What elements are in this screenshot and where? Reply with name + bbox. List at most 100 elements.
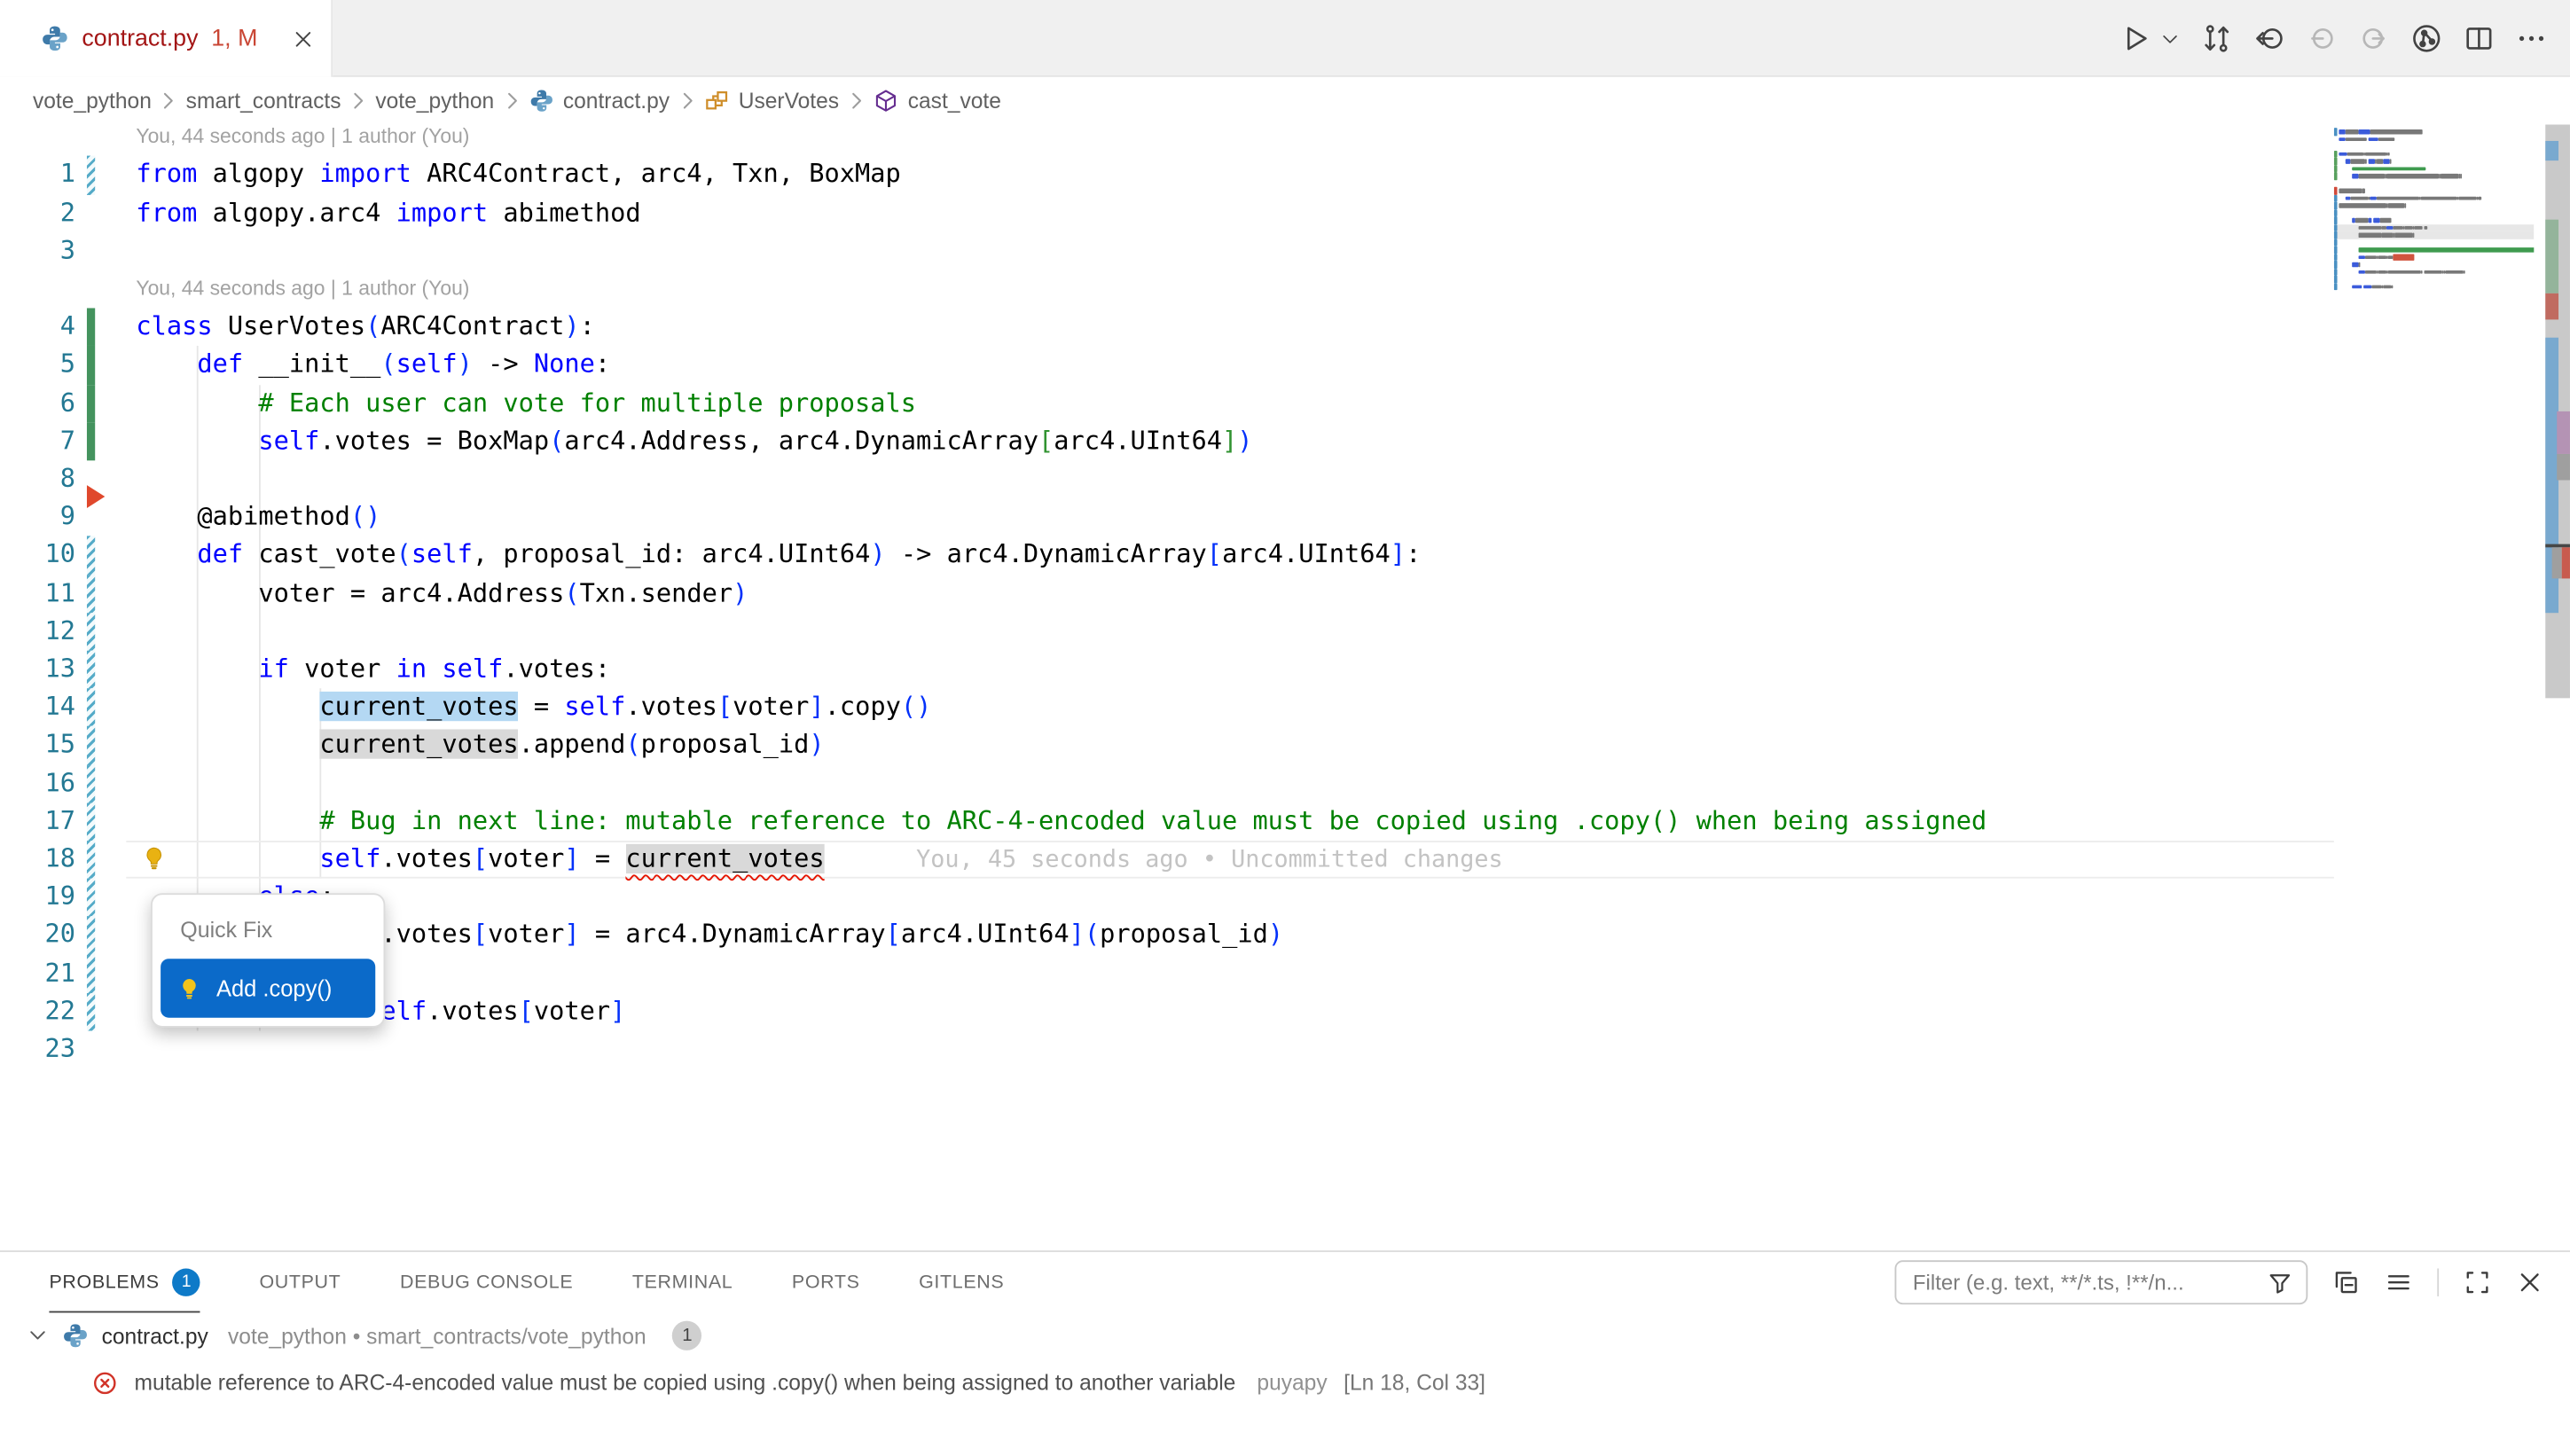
line-number[interactable]: 11 xyxy=(0,575,75,613)
maximize-panel-icon[interactable] xyxy=(2464,1269,2491,1296)
problem-row[interactable]: mutable reference to ARC-4-encoded value… xyxy=(0,1358,2570,1406)
filter-input[interactable] xyxy=(1909,1269,2267,1296)
gutter-change-indicator[interactable] xyxy=(86,879,94,917)
code-editor[interactable]: You, 44 seconds ago | 1 author (You)1fro… xyxy=(0,124,2570,1250)
code-line-4[interactable]: 4class UserVotes(ARC4Contract): xyxy=(0,309,2570,347)
gutter-change-indicator[interactable] xyxy=(86,385,94,423)
breadcrumb-item-vote_python[interactable]: vote_python xyxy=(33,89,152,114)
code-line-19[interactable]: 19 else: xyxy=(0,879,2570,917)
breadcrumb-item-vote_python[interactable]: vote_python xyxy=(375,89,494,114)
gutter-change-indicator[interactable] xyxy=(86,689,94,727)
gitlens-codelens[interactable]: You, 44 seconds ago | 1 author (You) xyxy=(0,270,2570,309)
gutter-change-indicator[interactable] xyxy=(86,613,94,651)
code-line-10[interactable]: 10 def cast_vote(self, proposal_id: arc4… xyxy=(0,536,2570,575)
code-line-11[interactable]: 11 voter = arc4.Address(Txn.sender) xyxy=(0,575,2570,613)
compare-changes-icon[interactable] xyxy=(2201,23,2232,54)
line-number[interactable]: 4 xyxy=(0,309,75,347)
line-number[interactable]: 18 xyxy=(0,841,75,879)
breadcrumb-item-cast_vote[interactable]: cast_vote xyxy=(874,89,1001,114)
quick-fix-action-add-copy[interactable]: Add .copy() xyxy=(161,959,375,1018)
breadcrumb-item-smart_contracts[interactable]: smart_contracts xyxy=(186,89,341,114)
gitlens-codelens[interactable]: You, 44 seconds ago | 1 author (You) xyxy=(0,124,2570,156)
line-number[interactable]: 12 xyxy=(0,613,75,651)
gutter-change-indicator[interactable] xyxy=(86,309,94,347)
run-dropdown-icon[interactable] xyxy=(2160,28,2180,48)
close-tab-icon[interactable] xyxy=(292,27,315,50)
gutter-change-indicator[interactable] xyxy=(86,156,94,194)
code-line-23[interactable]: 23 xyxy=(0,1031,2570,1069)
gutter-change-indicator[interactable] xyxy=(86,955,94,993)
code-line-7[interactable]: 7 self.votes = BoxMap(arc4.Address, arc4… xyxy=(0,422,2570,460)
view-as-table-icon[interactable] xyxy=(2385,1269,2412,1296)
code-line-22[interactable]: 22 return self.votes[voter] xyxy=(0,993,2570,1031)
code-line-15[interactable]: 15 current_votes.append(proposal_id) xyxy=(0,726,2570,764)
breadcrumb-item-contract.py[interactable]: contract.py xyxy=(529,89,670,114)
breadcrumb-item-UserVotes[interactable]: UserVotes xyxy=(704,89,839,114)
code-line-6[interactable]: 6 # Each user can vote for multiple prop… xyxy=(0,385,2570,423)
scrollbar-overview-ruler[interactable] xyxy=(2545,124,2570,1250)
gutter-change-indicator[interactable] xyxy=(86,726,94,764)
gutter-change-indicator[interactable] xyxy=(86,917,94,955)
line-number[interactable]: 23 xyxy=(0,1031,75,1069)
line-number[interactable]: 14 xyxy=(0,689,75,727)
code-line-16[interactable]: 16 xyxy=(0,764,2570,802)
line-number[interactable]: 3 xyxy=(0,232,75,270)
code-line-20[interactable]: 20 self.votes[voter] = arc4.DynamicArray… xyxy=(0,917,2570,955)
gutter-change-indicator[interactable] xyxy=(86,802,94,841)
gutter-change-indicator[interactable] xyxy=(86,651,94,689)
line-number[interactable]: 15 xyxy=(0,726,75,764)
code-line-8[interactable]: 8 xyxy=(0,460,2570,498)
run-graph-icon[interactable] xyxy=(2411,23,2442,54)
line-number[interactable]: 13 xyxy=(0,651,75,689)
more-actions-icon[interactable] xyxy=(2516,23,2547,54)
line-number[interactable]: 20 xyxy=(0,917,75,955)
code-line-12[interactable]: 12 xyxy=(0,613,2570,651)
panel-tab-problems[interactable]: PROBLEMS1 xyxy=(49,1252,200,1312)
problems-file-row[interactable]: contract.py vote_python • smart_contract… xyxy=(0,1312,2570,1358)
code-line-17[interactable]: 17 # Bug in next line: mutable reference… xyxy=(0,802,2570,841)
line-number[interactable]: 10 xyxy=(0,536,75,575)
gutter-change-indicator[interactable] xyxy=(86,422,94,460)
code-line-21[interactable]: 21 xyxy=(0,955,2570,993)
line-number[interactable]: 5 xyxy=(0,347,75,385)
collapse-all-icon[interactable] xyxy=(2332,1269,2360,1296)
line-number[interactable]: 16 xyxy=(0,764,75,802)
line-number[interactable]: 6 xyxy=(0,385,75,423)
code-line-1[interactable]: 1from algopy import ARC4Contract, arc4, … xyxy=(0,156,2570,194)
line-number[interactable]: 17 xyxy=(0,802,75,841)
gutter-change-indicator[interactable] xyxy=(86,993,94,1031)
line-number[interactable]: 8 xyxy=(0,460,75,498)
run-icon[interactable] xyxy=(2119,23,2151,54)
code-line-5[interactable]: 5 def __init__(self) -> None: xyxy=(0,347,2570,385)
close-panel-icon[interactable] xyxy=(2516,1269,2543,1296)
line-number[interactable]: 21 xyxy=(0,955,75,993)
code-line-13[interactable]: 13 if voter in self.votes: xyxy=(0,651,2570,689)
split-editor-icon[interactable] xyxy=(2464,23,2495,54)
line-number[interactable]: 19 xyxy=(0,879,75,917)
gutter-change-indicator[interactable] xyxy=(86,536,94,575)
navigate-back-icon[interactable] xyxy=(2253,23,2284,54)
line-number[interactable]: 2 xyxy=(0,194,75,232)
minimap[interactable] xyxy=(2334,124,2534,329)
code-line-2[interactable]: 2from algopy.arc4 import abimethod xyxy=(0,194,2570,232)
code-line-3[interactable]: 3 xyxy=(0,232,2570,270)
chevron-down-icon[interactable] xyxy=(27,1324,50,1347)
panel-tab-output[interactable]: OUTPUT xyxy=(259,1252,341,1312)
gutter-change-indicator[interactable] xyxy=(86,575,94,613)
line-number[interactable]: 9 xyxy=(0,498,75,536)
problems-filter[interactable] xyxy=(1895,1260,2308,1304)
panel-tab-terminal[interactable]: TERMINAL xyxy=(632,1252,733,1312)
editor-tab-contract-py[interactable]: contract.py 1, M xyxy=(0,0,333,77)
line-number[interactable]: 1 xyxy=(0,156,75,194)
panel-tab-debug-console[interactable]: DEBUG CONSOLE xyxy=(400,1252,573,1312)
line-number[interactable]: 7 xyxy=(0,422,75,460)
code-line-9[interactable]: 9 @abimethod() xyxy=(0,498,2570,536)
gutter-change-indicator[interactable] xyxy=(86,841,94,879)
code-line-14[interactable]: 14 current_votes = self.votes[voter].cop… xyxy=(0,689,2570,727)
code-line-18[interactable]: 18 self.votes[voter] = current_votesYou,… xyxy=(0,841,2570,879)
line-number[interactable]: 22 xyxy=(0,993,75,1031)
panel-tab-gitlens[interactable]: GITLENS xyxy=(919,1252,1004,1312)
gutter-change-indicator[interactable] xyxy=(86,347,94,385)
panel-tab-ports[interactable]: PORTS xyxy=(792,1252,860,1312)
gutter-change-indicator[interactable] xyxy=(86,764,94,802)
